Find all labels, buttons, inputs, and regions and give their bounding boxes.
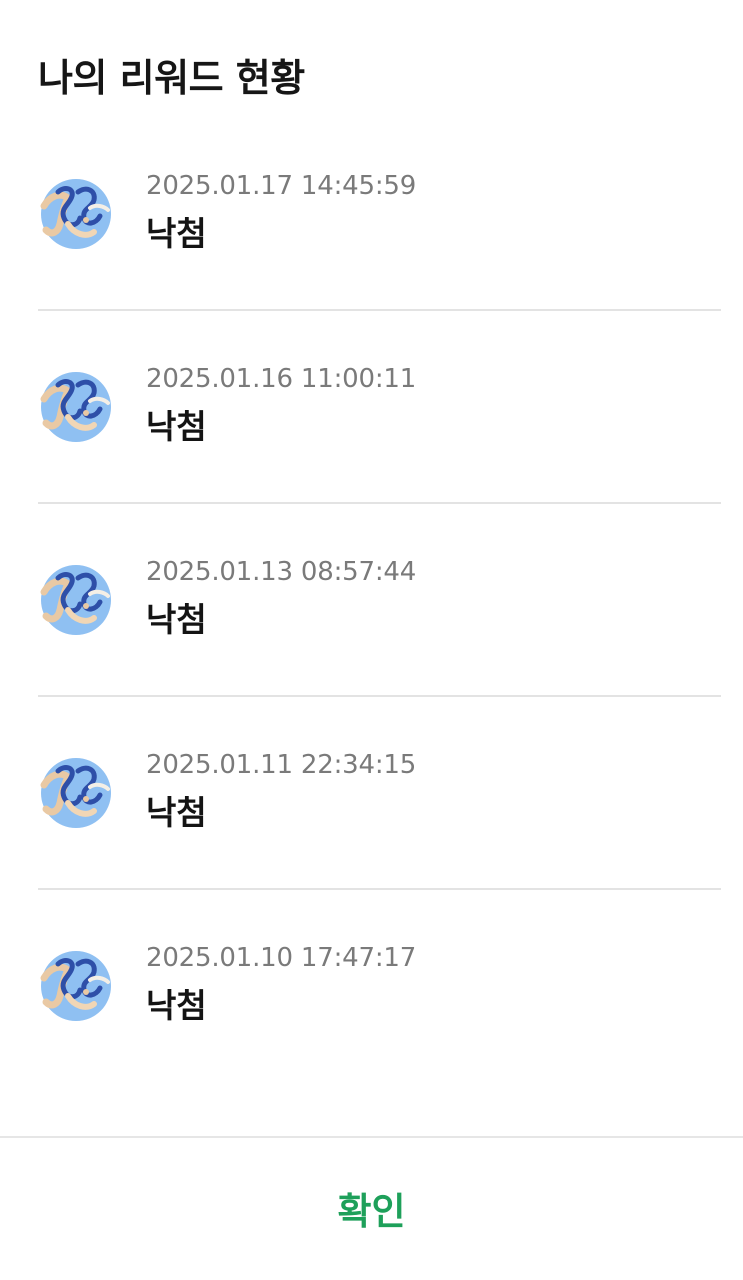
- reward-date: 2025.01.17 14:45:59: [146, 171, 417, 201]
- reward-character-icon: [38, 564, 112, 638]
- reward-character-icon: [38, 757, 112, 831]
- reward-result: 낙첨: [146, 407, 207, 446]
- reward-result: 낙첨: [146, 793, 207, 832]
- reward-date: 2025.01.16 11:00:11: [146, 364, 417, 394]
- footer-bar: 확인: [0, 1136, 743, 1280]
- reward-date: 2025.01.13 08:57:44: [146, 557, 417, 587]
- reward-result: 낙첨: [146, 214, 207, 253]
- reward-list-item[interactable]: 2025.01.11 22:34:15 낙첨: [38, 697, 721, 890]
- reward-list-item[interactable]: 2025.01.17 14:45:59 낙첨: [38, 118, 721, 311]
- reward-date: 2025.01.11 22:34:15: [146, 750, 417, 780]
- reward-list: 2025.01.17 14:45:59 낙첨 2025.01.16 11:00:…: [0, 118, 743, 1083]
- reward-list-item[interactable]: 2025.01.10 17:47:17 낙첨: [38, 890, 721, 1083]
- reward-character-icon: [38, 178, 112, 252]
- reward-result: 낙첨: [146, 986, 207, 1025]
- reward-date: 2025.01.10 17:47:17: [146, 943, 417, 973]
- reward-result: 낙첨: [146, 600, 207, 639]
- reward-character-icon: [38, 371, 112, 445]
- confirm-button[interactable]: 확인: [0, 1138, 743, 1278]
- page-title: 나의 리워드 현황: [38, 56, 305, 100]
- reward-list-item[interactable]: 2025.01.16 11:00:11 낙첨: [38, 311, 721, 504]
- reward-character-icon: [38, 950, 112, 1024]
- reward-list-item[interactable]: 2025.01.13 08:57:44 낙첨: [38, 504, 721, 697]
